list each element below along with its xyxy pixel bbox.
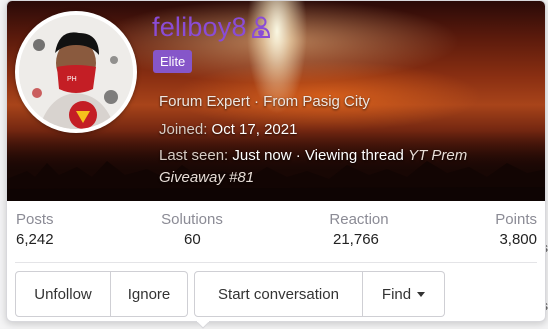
thread-title-link[interactable]: YT Prem <box>408 147 467 164</box>
find-label: Find <box>382 286 411 303</box>
joined-date: Oct 17, 2021 <box>212 121 298 138</box>
stat-value: 60 <box>184 231 228 248</box>
stat-label: Posts <box>16 211 54 228</box>
action-bar: Unfollow Ignore Start conversation Find <box>15 271 451 317</box>
last-seen-label: Last seen: <box>159 147 228 164</box>
avatar-image: PH <box>19 15 133 129</box>
find-dropdown-button[interactable]: Find <box>363 271 445 317</box>
stat-solutions[interactable]: Solutions 60 <box>156 211 228 248</box>
joined-line: Joined: Oct 17, 2021 <box>159 121 297 138</box>
stat-label: Points <box>495 211 537 228</box>
thread-title-continued: Giveaway #81 <box>159 169 254 186</box>
avatar[interactable]: PH <box>15 11 137 133</box>
conversation-find-group: Start conversation Find <box>194 271 445 317</box>
follow-ignore-group: Unfollow Ignore <box>15 271 188 317</box>
username-link[interactable]: feliboy8 <box>152 12 247 43</box>
stat-value: 3,800 <box>495 231 537 248</box>
last-seen-value: Just now <box>232 147 291 164</box>
username-row: feliboy8 <box>152 11 273 43</box>
ignore-button[interactable]: Ignore <box>111 271 188 317</box>
stat-value: 6,242 <box>16 231 54 248</box>
svg-text:PH: PH <box>67 76 77 83</box>
stat-points[interactable]: Points 3,800 <box>495 211 537 248</box>
start-conversation-button[interactable]: Start conversation <box>194 271 363 317</box>
user-shield-icon <box>249 15 273 39</box>
last-seen-line: Last seen: Just now · Viewing thread YT … <box>159 147 467 164</box>
activity-label: Viewing thread <box>305 147 404 164</box>
stat-label: Reaction <box>323 211 395 228</box>
member-tooltip-card: PH feliboy8 Elite Forum Expert · From Pa… <box>6 0 546 322</box>
activity-separator: · <box>296 147 301 164</box>
stat-reaction[interactable]: Reaction 21,766 <box>323 211 395 248</box>
user-badge: Elite <box>153 50 192 73</box>
thread-title-link-continued[interactable]: Giveaway #81 <box>159 169 254 186</box>
stat-value: 21,766 <box>333 231 395 248</box>
stats-divider <box>15 262 537 263</box>
unfollow-button[interactable]: Unfollow <box>15 271 111 317</box>
user-title-line: Forum Expert · From Pasig City <box>159 93 370 110</box>
stat-label: Solutions <box>156 211 228 228</box>
joined-label: Joined: <box>159 121 207 138</box>
caret-down-icon <box>417 292 425 297</box>
stat-posts[interactable]: Posts 6,242 <box>16 211 54 248</box>
member-stats: Posts 6,242 Solutions 60 Reaction 21,766… <box>7 211 546 259</box>
